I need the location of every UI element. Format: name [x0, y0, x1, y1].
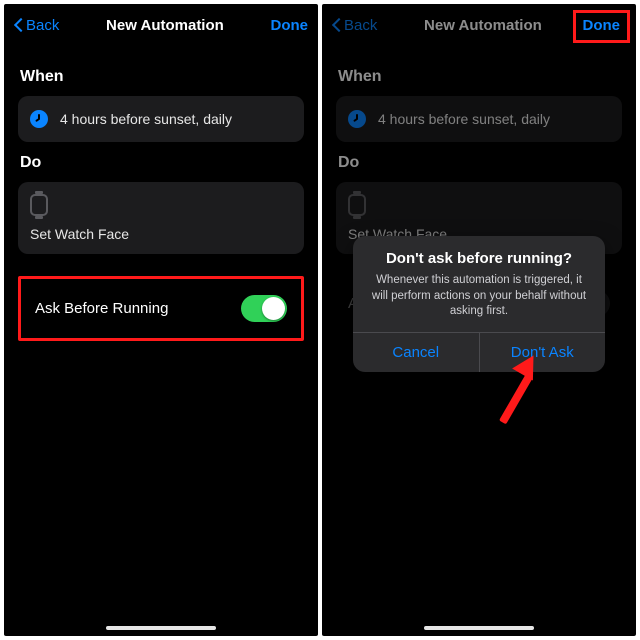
confirmation-alert: Don't ask before running? Whenever this … [353, 236, 605, 372]
highlight-ask-row: Ask Before Running [18, 276, 304, 341]
section-when-label: When [338, 68, 620, 86]
home-indicator[interactable] [424, 626, 534, 630]
home-indicator[interactable] [106, 626, 216, 630]
done-button[interactable]: Done [583, 17, 621, 34]
content: When 4 hours before sunset, daily Do Set… [4, 46, 318, 341]
page-title: New Automation [106, 17, 224, 34]
when-trigger-card[interactable]: 4 hours before sunset, daily [336, 96, 622, 142]
alert-message: Whenever this automation is triggered, i… [369, 273, 589, 320]
when-trigger-card[interactable]: 4 hours before sunset, daily [18, 96, 304, 142]
section-do-label: Do [20, 154, 302, 172]
clock-icon [30, 110, 48, 128]
screenshot-left: Back New Automation Done When 4 hours be… [4, 4, 318, 636]
ask-before-running-label: Ask Before Running [35, 300, 168, 317]
back-label: Back [26, 17, 59, 34]
watch-face-icon [30, 194, 48, 216]
do-action-card[interactable]: Set Watch Face [18, 182, 304, 254]
section-do-label: Do [338, 154, 620, 172]
alert-buttons: Cancel Don't Ask [353, 332, 605, 372]
alert-cancel-button[interactable]: Cancel [353, 333, 479, 372]
alert-title: Don't ask before running? [369, 250, 589, 267]
screenshot-right: Back New Automation Done Done When 4 hou… [322, 4, 636, 636]
back-button[interactable]: Back [332, 17, 377, 34]
do-action-text: Set Watch Face [30, 226, 129, 242]
page-title: New Automation [424, 17, 542, 34]
chevron-left-icon [14, 17, 24, 33]
done-button[interactable]: Done [270, 17, 308, 34]
alert-body: Don't ask before running? Whenever this … [353, 236, 605, 332]
highlight-done-button: Done [573, 10, 631, 43]
chevron-left-icon [332, 17, 342, 33]
watch-face-icon [348, 194, 366, 216]
when-trigger-text: 4 hours before sunset, daily [378, 111, 550, 127]
toggle-knob [262, 297, 285, 320]
back-button[interactable]: Back [14, 17, 59, 34]
section-when-label: When [20, 68, 302, 86]
alert-confirm-button[interactable]: Don't Ask [479, 333, 606, 372]
back-label: Back [344, 17, 377, 34]
navbar: Back New Automation Done [4, 4, 318, 46]
clock-icon [348, 110, 366, 128]
ask-before-running-row: Ask Before Running [23, 281, 299, 336]
ask-before-running-toggle[interactable] [241, 295, 287, 322]
when-trigger-text: 4 hours before sunset, daily [60, 111, 232, 127]
